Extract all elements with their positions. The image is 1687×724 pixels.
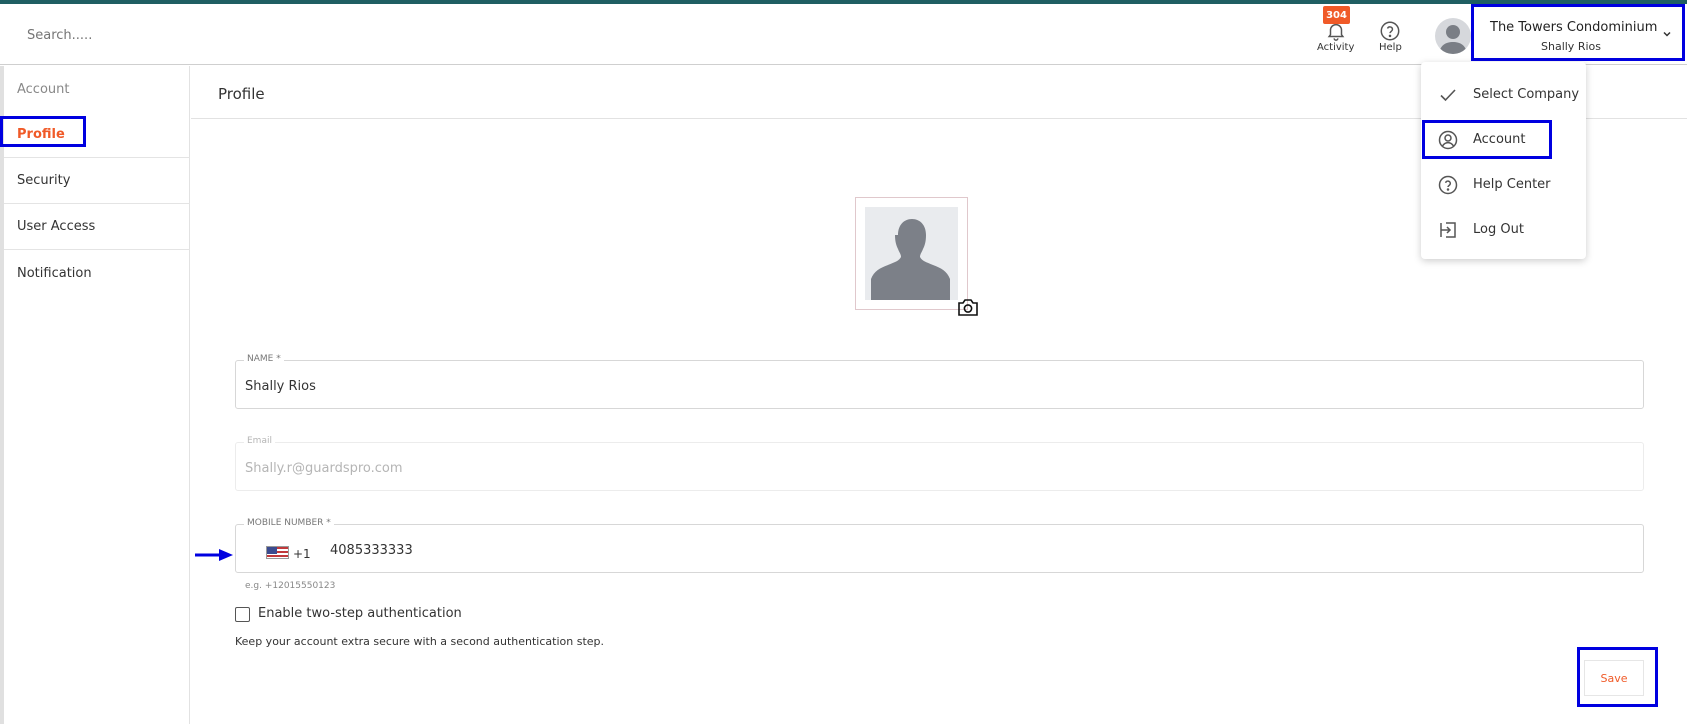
header: Activity 304 Help [0,4,1687,65]
name-field[interactable]: NAME * Shally Rios [235,354,1644,409]
logout-icon [1440,221,1456,238]
chevron-down-icon [1663,31,1671,37]
us-flag-icon[interactable] [266,546,289,559]
menu-item-log-out[interactable]: Log Out [1421,207,1586,252]
mobile-value: 4085333333 [330,543,413,558]
page-title: Profile [218,85,265,103]
help-button[interactable]: Help [1379,20,1402,53]
company-selector[interactable]: The Towers Condominium Shally Rios [1471,4,1685,61]
sidebar-item-account: Account [4,66,190,112]
search-input[interactable] [27,28,227,43]
sidebar-item-label: Notification [17,265,92,281]
menu-item-label: Log Out [1473,222,1524,237]
sidebar-item-label: User Access [17,219,96,234]
activity-button[interactable]: Activity [1317,20,1354,53]
photo-placeholder [865,207,958,300]
menu-item-label: Help Center [1473,177,1551,192]
user-silhouette-icon [1439,25,1467,54]
save-button[interactable]: Save [1584,660,1644,696]
camera-icon[interactable] [957,297,979,317]
menu-item-select-company[interactable]: Select Company [1421,72,1586,117]
menu-item-label: Select Company [1473,87,1580,102]
email-value: Shally.r@guardspro.com [245,461,403,476]
two-step-checkbox[interactable] [235,607,250,622]
mobile-label: MOBILE NUMBER * [244,518,334,528]
sidebar-item-user-access[interactable]: User Access [4,204,190,250]
check-icon [1440,88,1456,101]
account-highlight-box [1422,120,1552,159]
mobile-hint: e.g. +12015550123 [245,581,336,591]
profile-photo[interactable] [855,197,968,310]
user-name: Shally Rios [1541,40,1601,53]
sidebar: Account Profile Security User Access Not… [0,66,190,724]
help-circle-icon [1438,175,1458,194]
two-step-note: Keep your account extra secure with a se… [235,635,604,648]
name-value: Shally Rios [245,379,316,394]
activity-count-badge: 304 [1323,6,1350,24]
profile-highlight-box [0,116,86,147]
help-circle-icon [1380,21,1400,41]
two-step-label: Enable two-step authentication [258,606,462,621]
sidebar-item-label: Account [17,81,70,97]
sidebar-item-label: Security [17,173,71,188]
dial-code[interactable]: +1 [293,547,311,561]
email-label: Email [244,436,275,446]
name-label: NAME * [244,354,284,364]
user-silhouette-icon [871,219,950,300]
email-field: Email Shally.r@guardspro.com [235,436,1644,491]
sidebar-item-security[interactable]: Security [4,158,190,204]
activity-label: Activity [1317,42,1355,53]
user-dropdown-menu: Select Company Account Help Center Log O… [1421,62,1586,259]
menu-item-help-center[interactable]: Help Center [1421,162,1586,207]
avatar[interactable] [1435,18,1471,54]
arrow-right-icon [195,549,233,561]
mobile-field[interactable]: MOBILE NUMBER * +1 4085333333 [235,518,1644,573]
sidebar-item-notification[interactable]: Notification [4,250,190,296]
company-name: The Towers Condominium [1490,20,1658,35]
help-label: Help [1379,42,1402,53]
